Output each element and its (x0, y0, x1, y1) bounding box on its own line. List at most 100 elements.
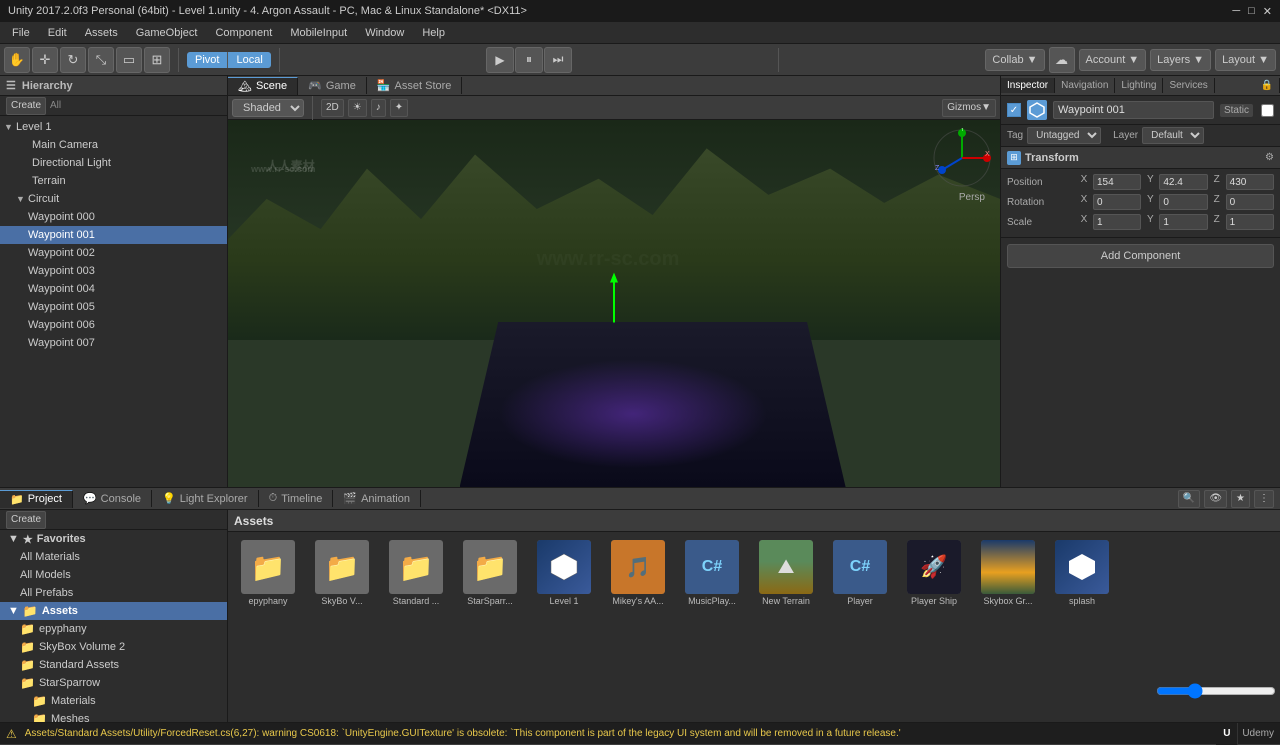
hand-tool[interactable]: ✋ (4, 47, 30, 73)
multi-tool[interactable]: ⊞ (144, 47, 170, 73)
menu-component[interactable]: Component (207, 25, 280, 41)
add-component-button[interactable]: Add Component (1007, 244, 1274, 268)
tree-main-camera[interactable]: Main Camera (0, 136, 227, 154)
cloud-button[interactable]: ☁ (1049, 47, 1075, 73)
static-checkbox[interactable] (1261, 104, 1274, 117)
materials-folder[interactable]: 📁 Materials (0, 692, 227, 710)
all-models-item[interactable]: All Models (0, 566, 227, 584)
asset-size-slider[interactable] (1156, 683, 1276, 699)
rot-z-input[interactable]: 0 (1226, 194, 1274, 210)
move-tool[interactable]: ✛ (32, 47, 58, 73)
layer-dropdown[interactable]: Default (1142, 127, 1204, 144)
tab-asset-store[interactable]: 🏪 Asset Store (367, 77, 463, 94)
tree-wp003[interactable]: Waypoint 003 (0, 262, 227, 280)
rot-x-input[interactable]: 0 (1093, 194, 1141, 210)
tab-lighting[interactable]: Lighting (1115, 78, 1163, 93)
tree-directional-light[interactable]: Directional Light (0, 154, 227, 172)
tree-wp007[interactable]: Waypoint 007 (0, 334, 227, 352)
object-name-input[interactable] (1053, 101, 1214, 119)
tab-inspector[interactable]: Inspector (1001, 78, 1055, 93)
shaded-dropdown[interactable]: Shaded (232, 99, 304, 117)
tree-wp004[interactable]: Waypoint 004 (0, 280, 227, 298)
tab-scene[interactable]: 🏔 Scene (228, 77, 298, 95)
tree-level1[interactable]: ▼ Level 1 (0, 118, 227, 136)
asset-splash[interactable]: splash (1048, 538, 1116, 608)
menu-file[interactable]: File (4, 25, 38, 41)
menu-gameobject[interactable]: GameObject (128, 25, 206, 41)
asset-new-terrain[interactable]: ⛰ New Terrain (752, 538, 820, 608)
project-create-btn[interactable]: Create (6, 511, 46, 529)
rotate-tool[interactable]: ↻ (60, 47, 86, 73)
account-button[interactable]: Account ▼ (1079, 49, 1147, 71)
tab-console[interactable]: 💬 Console (73, 490, 152, 507)
pivot-button[interactable]: Pivot (187, 52, 227, 68)
bottom-eye-btn[interactable]: 👁 (1204, 490, 1227, 508)
hierarchy-create-btn[interactable]: Create (6, 97, 46, 115)
all-prefabs-item[interactable]: All Prefabs (0, 584, 227, 602)
asset-musicplay[interactable]: C# MusicPlay... (678, 538, 746, 608)
asset-mikeys[interactable]: 🎵 Mikey's AA... (604, 538, 672, 608)
rot-y-input[interactable]: 0 (1159, 194, 1207, 210)
collab-button[interactable]: Collab ▼ (985, 49, 1044, 71)
favorites-header[interactable]: ▼ ★ Favorites (0, 530, 227, 548)
scale-z-input[interactable]: 1 (1226, 214, 1274, 230)
tab-animation[interactable]: 🎬 Animation (333, 490, 421, 507)
local-button[interactable]: Local (228, 52, 270, 68)
tree-wp002[interactable]: Waypoint 002 (0, 244, 227, 262)
tree-wp005[interactable]: Waypoint 005 (0, 298, 227, 316)
asset-skybox-vol[interactable]: 📁 SkyBo V... (308, 538, 376, 608)
tree-terrain[interactable]: Terrain (0, 172, 227, 190)
layout-button[interactable]: Layout ▼ (1215, 49, 1276, 71)
assets-header[interactable]: ▼ 📁 Assets (0, 602, 227, 620)
meshes-folder[interactable]: 📁 Meshes (0, 710, 227, 722)
menu-help[interactable]: Help (414, 25, 453, 41)
tree-wp006[interactable]: Waypoint 006 (0, 316, 227, 334)
asset-player[interactable]: C# Player (826, 538, 894, 608)
tab-project[interactable]: 📁 Project (0, 490, 73, 508)
epyphany-folder[interactable]: 📁 epyphany (0, 620, 227, 638)
2d-button[interactable]: 2D (321, 99, 344, 117)
bottom-star-btn[interactable]: ★ (1231, 490, 1250, 508)
tree-circuit[interactable]: ▼ Circuit (0, 190, 227, 208)
effects-btn[interactable]: ✦ (390, 99, 408, 117)
transform-settings[interactable]: ⚙ (1265, 152, 1274, 163)
inspector-lock[interactable]: 🔒 (1255, 78, 1280, 93)
tree-wp000[interactable]: Waypoint 000 (0, 208, 227, 226)
pos-y-input[interactable]: 42.4 (1159, 174, 1207, 190)
step-button[interactable]: ⏭ (544, 47, 572, 73)
tab-game[interactable]: 🎮 Game (298, 77, 367, 94)
minimize-btn[interactable]: ─ (1232, 5, 1240, 18)
close-btn[interactable]: ✕ (1263, 5, 1272, 18)
asset-standard[interactable]: 📁 Standard ... (382, 538, 450, 608)
all-materials-item[interactable]: All Materials (0, 548, 227, 566)
menu-edit[interactable]: Edit (40, 25, 75, 41)
search-input[interactable]: 🔍 (1178, 490, 1200, 508)
asset-level1[interactable]: Level 1 (530, 538, 598, 608)
pause-button[interactable]: ⏸ (515, 47, 543, 73)
skybox-folder[interactable]: 📁 SkyBox Volume 2 (0, 638, 227, 656)
transform-component-header[interactable]: ⊞ Transform ⚙ (1001, 147, 1280, 169)
scale-y-input[interactable]: 1 (1159, 214, 1207, 230)
object-active-checkbox[interactable]: ✓ (1007, 103, 1021, 117)
lights-btn[interactable]: ☀ (348, 99, 367, 117)
asset-skybox-gr[interactable]: Skybox Gr... (974, 538, 1042, 608)
tab-light-explorer[interactable]: 💡 Light Explorer (152, 490, 259, 507)
bottom-more-btn[interactable]: ⋮ (1254, 490, 1274, 508)
starsparrow-folder[interactable]: 📁 StarSparrow (0, 674, 227, 692)
tab-services[interactable]: Services (1163, 78, 1214, 93)
pos-z-input[interactable]: 430 (1226, 174, 1274, 190)
standard-folder[interactable]: 📁 Standard Assets (0, 656, 227, 674)
maximize-btn[interactable]: □ (1248, 5, 1255, 18)
scene-view[interactable]: 人人素材 www.rr-sc.com www.rr-sc.com (228, 120, 1000, 487)
tag-dropdown[interactable]: Untagged (1027, 127, 1101, 144)
pos-x-input[interactable]: 154 (1093, 174, 1141, 190)
menu-assets[interactable]: Assets (77, 25, 126, 41)
menu-window[interactable]: Window (357, 25, 412, 41)
asset-player-ship[interactable]: 🚀 Player Ship (900, 538, 968, 608)
tab-navigation[interactable]: Navigation (1055, 78, 1115, 93)
play-button[interactable]: ▶ (486, 47, 514, 73)
gizmos-btn[interactable]: Gizmos ▼ (942, 99, 996, 117)
menu-mobileinput[interactable]: MobileInput (282, 25, 355, 41)
rect-tool[interactable]: ▭ (116, 47, 142, 73)
scale-tool[interactable]: ⤡ (88, 47, 114, 73)
